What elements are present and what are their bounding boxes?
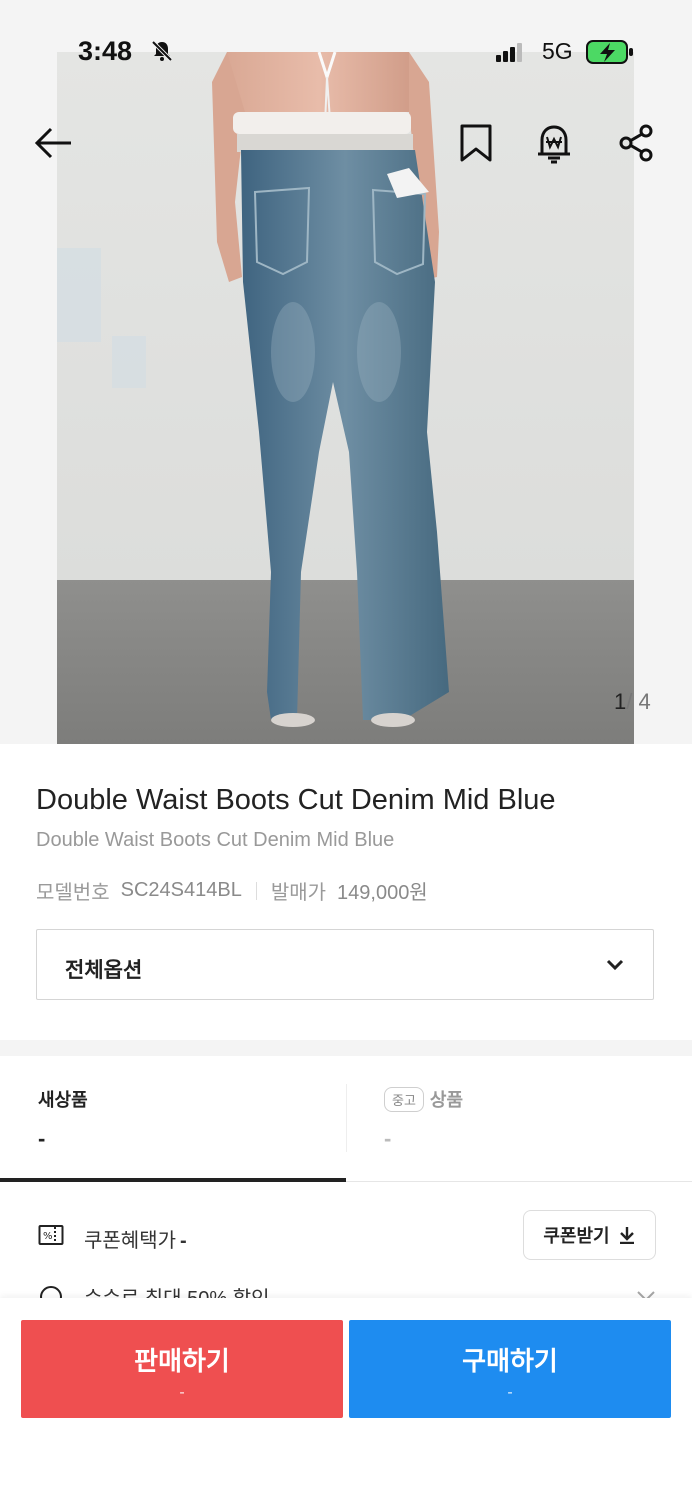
buy-button-label: 구매하기 bbox=[462, 1346, 558, 1376]
share-button[interactable] bbox=[614, 121, 658, 165]
coupon-benefit: 쿠폰혜택가 - bbox=[84, 1224, 187, 1253]
option-select[interactable]: 전체옵션 bbox=[36, 929, 654, 1000]
tab-used-label-group: 중고 상품 bbox=[384, 1086, 463, 1112]
tab-used-product[interactable]: 중고 상품 - bbox=[347, 1056, 692, 1182]
tab-new-price: - bbox=[38, 1126, 46, 1151]
get-coupon-label: 쿠폰받기 bbox=[543, 1226, 610, 1246]
back-arrow-icon bbox=[34, 127, 71, 159]
used-badge: 중고 bbox=[384, 1086, 424, 1112]
status-bar: 3:48 5G bbox=[0, 0, 692, 66]
bookmark-icon bbox=[460, 124, 492, 162]
chevron-down-icon bbox=[606, 959, 624, 971]
image-counter: 1/ 4 bbox=[614, 689, 651, 715]
model-number-label: 모델번호 bbox=[36, 882, 110, 904]
release-price-label: 발매가 bbox=[270, 882, 327, 904]
model-number-value: SC24S414BL bbox=[120, 879, 242, 901]
image-counter-separator: / bbox=[626, 689, 633, 714]
sell-button-label: 판매하기 bbox=[134, 1346, 230, 1376]
tab-new-label: 새상품 bbox=[38, 1090, 88, 1110]
svg-text:%: % bbox=[43, 1231, 53, 1242]
price-alert-icon bbox=[538, 125, 570, 164]
image-counter-total: 4 bbox=[638, 689, 651, 714]
tab-new-product[interactable]: 새상품 - bbox=[0, 1056, 346, 1182]
product-meta: 모델번호 SC24S414BL 발매가 149,000원 bbox=[36, 876, 428, 905]
image-counter-current: 1 bbox=[614, 689, 627, 714]
status-time: 3:48 bbox=[78, 36, 133, 66]
download-icon bbox=[619, 1227, 634, 1244]
back-button[interactable] bbox=[31, 121, 75, 165]
coupon-icon: % bbox=[38, 1225, 64, 1245]
signal-icon bbox=[496, 43, 522, 62]
product-image-gallery[interactable]: 3:48 5G 1/ 4 bbox=[0, 0, 692, 744]
get-coupon-button[interactable]: 쿠폰받기 bbox=[523, 1210, 656, 1260]
network-type: 5G bbox=[542, 38, 573, 64]
release-price-value: 149,000원 bbox=[337, 882, 428, 904]
share-icon bbox=[619, 124, 653, 162]
buy-button-price: - bbox=[507, 1384, 513, 1401]
coupon-benefit-label: 쿠폰혜택가 bbox=[84, 1230, 176, 1252]
option-select-label: 전체옵션 bbox=[65, 959, 143, 982]
meta-separator bbox=[255, 881, 257, 900]
tab-active-indicator bbox=[0, 1178, 346, 1182]
bell-off-icon bbox=[151, 40, 173, 62]
buy-button[interactable]: 구매하기 - bbox=[349, 1320, 671, 1418]
coupon-row: % 쿠폰혜택가 - 쿠폰받기 bbox=[0, 1210, 692, 1262]
product-title: Double Waist Boots Cut Denim Mid Blue bbox=[36, 784, 556, 816]
bookmark-button[interactable] bbox=[454, 121, 498, 165]
product-subtitle: Double Waist Boots Cut Denim Mid Blue bbox=[36, 829, 395, 851]
bottom-action-bar: 판매하기 - 구매하기 - bbox=[0, 1298, 692, 1500]
sell-button[interactable]: 판매하기 - bbox=[21, 1320, 343, 1418]
sell-button-price: - bbox=[179, 1384, 185, 1401]
price-alert-button[interactable] bbox=[532, 121, 576, 165]
battery-charging-icon bbox=[586, 40, 633, 64]
tab-used-price: - bbox=[384, 1126, 392, 1151]
section-divider bbox=[0, 1040, 692, 1056]
tab-used-label: 상품 bbox=[429, 1090, 464, 1110]
coupon-benefit-value: - bbox=[180, 1230, 187, 1252]
